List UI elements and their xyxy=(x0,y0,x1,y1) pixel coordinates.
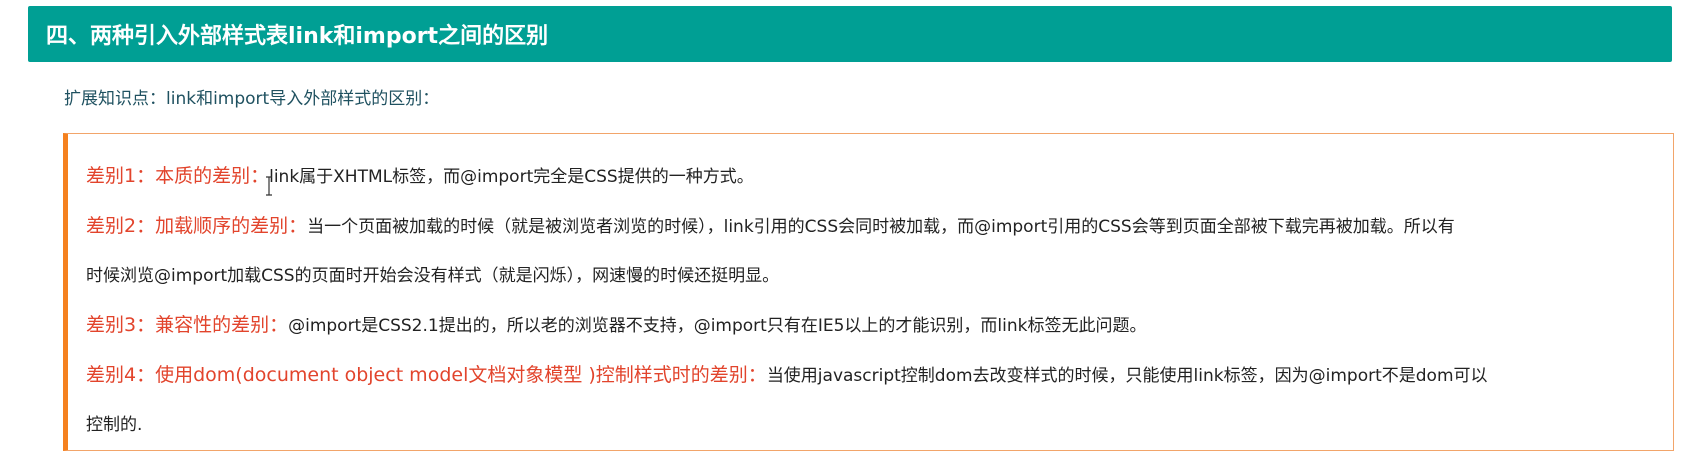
note-item-3: 差别3：兼容性的差别：@import是CSS2.1提出的，所以老的浏览器不支持，… xyxy=(86,301,1673,351)
note-item-4-continuation: 控制的. xyxy=(86,401,1673,450)
note-box: 差别1：本质的差别： link属于XHTML标签，而@import完全是CSS提供… xyxy=(63,133,1674,451)
note-2-label: 差别2：加载顺序的差别： xyxy=(86,215,308,237)
note-2-text: 当一个页面被加载的时候（就是被浏览者浏览的时候），link引用的CSS会同时被加… xyxy=(307,217,1455,237)
section-title: 四、两种引入外部样式表link和import之间的区别 xyxy=(46,24,549,49)
note-4-label: 差别4：使用dom(document object model文档对象模型 )控… xyxy=(86,364,767,386)
note-1-text: link属于XHTML标签，而@import完全是CSS提供的一种方式。 xyxy=(269,167,754,187)
note-item-1: 差别1：本质的差别： link属于XHTML标签，而@import完全是CSS提供… xyxy=(86,152,1673,202)
note-4-continuation-text: 控制的. xyxy=(86,415,143,435)
note-2-continuation-text: 时候浏览@import加载CSS的页面时开始会没有样式（就是闪烁），网速慢的时候… xyxy=(86,266,780,286)
note-4-text: 当使用javascript控制dom去改变样式的时候，只能使用link标签，因为… xyxy=(766,366,1488,386)
note-3-label: 差别3：兼容性的差别： xyxy=(86,314,289,336)
intro-text: 扩展知识点：link和import导入外部样式的区别： xyxy=(64,89,440,109)
page: 四、两种引入外部样式表link和import之间的区别 扩展知识点：link和i… xyxy=(0,0,1688,458)
section-header: 四、两种引入外部样式表link和import之间的区别 xyxy=(28,6,1672,62)
note-item-2: 差别2：加载顺序的差别：当一个页面被加载的时候（就是被浏览者浏览的时候），lin… xyxy=(86,202,1673,252)
note-3-text: @import是CSS2.1提出的，所以老的浏览器不支持，@import只有在I… xyxy=(288,316,1147,336)
note-1-label: 差别1：本质的差别： xyxy=(86,165,270,187)
note-item-2-continuation: 时候浏览@import加载CSS的页面时开始会没有样式（就是闪烁），网速慢的时候… xyxy=(86,252,1673,301)
note-item-4: 差别4：使用dom(document object model文档对象模型 )控… xyxy=(86,351,1673,401)
